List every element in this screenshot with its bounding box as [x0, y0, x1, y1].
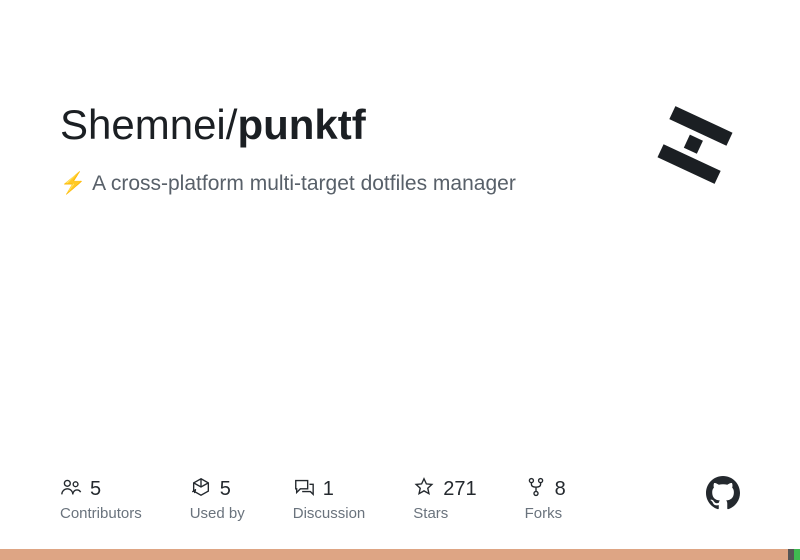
language-segment: [0, 549, 788, 560]
language-segment: [794, 549, 800, 560]
repo-title: Shemnei/punktf: [60, 100, 630, 150]
repo-name[interactable]: punktf: [237, 101, 365, 148]
package-dependents-icon: [190, 476, 212, 503]
stat-discussion[interactable]: 1 Discussion: [293, 476, 366, 522]
stat-contributors[interactable]: 5 Contributors: [60, 476, 142, 522]
repo-description: ⚡ A cross-platform multi-target dotfiles…: [60, 172, 630, 196]
stat-stars[interactable]: 271 Stars: [413, 476, 476, 522]
project-logo: [650, 100, 740, 190]
people-icon: [60, 476, 82, 503]
comment-discussion-icon: [293, 476, 315, 503]
language-bar: [0, 549, 800, 560]
fork-icon: [525, 476, 547, 503]
star-icon: [413, 476, 435, 503]
github-logo-icon[interactable]: [706, 476, 740, 510]
lightning-icon: ⚡: [60, 172, 86, 196]
stats-row: 5 Contributors 5 Used by 1 Discussion 27…: [60, 476, 740, 522]
forks-label: Forks: [525, 505, 566, 522]
discussion-label: Discussion: [293, 505, 366, 522]
stat-forks[interactable]: 8 Forks: [525, 476, 566, 522]
stat-usedby[interactable]: 5 Used by: [190, 476, 245, 522]
forks-count: 8: [555, 478, 566, 501]
description-text: A cross-platform multi-target dotfiles m…: [92, 172, 516, 196]
repo-slash: /: [226, 101, 238, 148]
discussion-count: 1: [323, 478, 334, 501]
contributors-count: 5: [90, 478, 101, 501]
stars-count: 271: [443, 478, 476, 501]
repo-owner[interactable]: Shemnei: [60, 101, 226, 148]
contributors-label: Contributors: [60, 505, 142, 522]
stars-label: Stars: [413, 505, 476, 522]
usedby-label: Used by: [190, 505, 245, 522]
usedby-count: 5: [220, 478, 231, 501]
